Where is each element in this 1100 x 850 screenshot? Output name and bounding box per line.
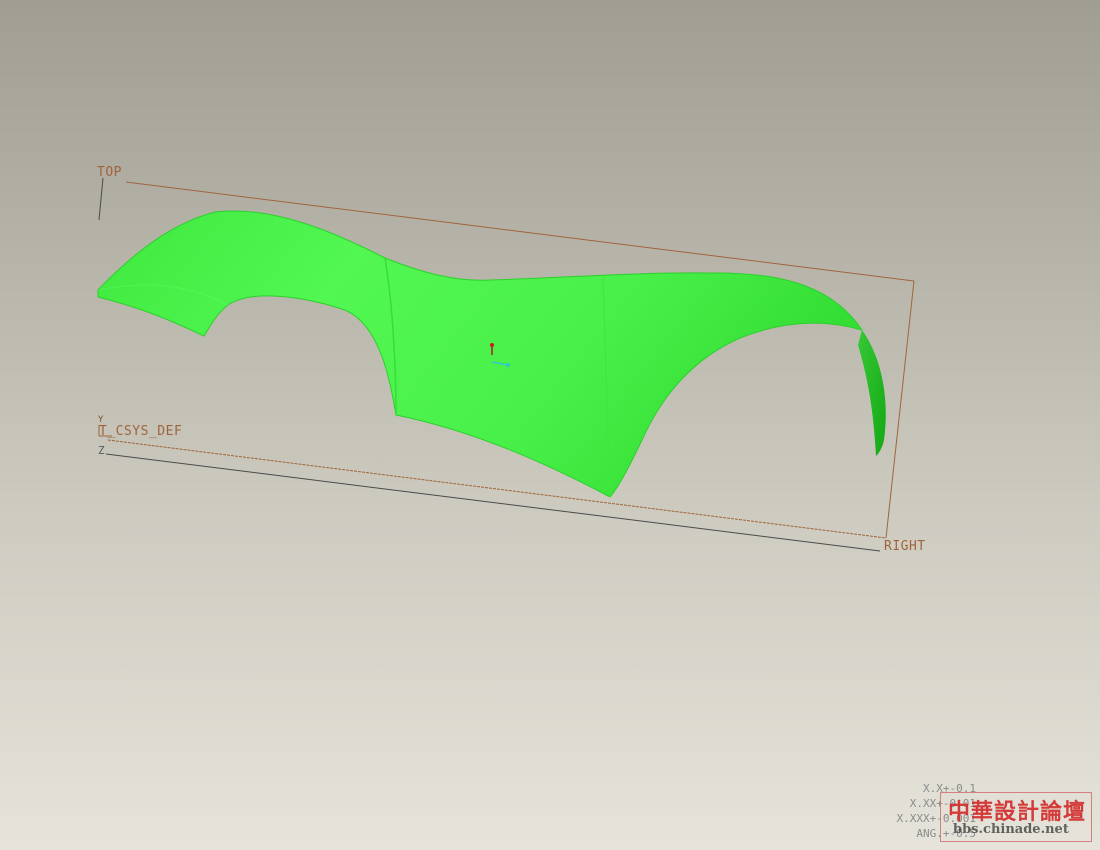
watermark-url: bbs.chinade.net — [953, 822, 1069, 837]
csys-axis-z-label: Z — [98, 444, 106, 457]
datum-label-top[interactable]: TOP — [97, 165, 122, 180]
graphics-viewport[interactable]: TOP RIGHT Y T_CSYS_DEF Z — [0, 0, 1100, 850]
csys-label[interactable]: T_CSYS_DEF — [99, 424, 182, 439]
datum-label-right[interactable]: RIGHT — [884, 539, 926, 554]
